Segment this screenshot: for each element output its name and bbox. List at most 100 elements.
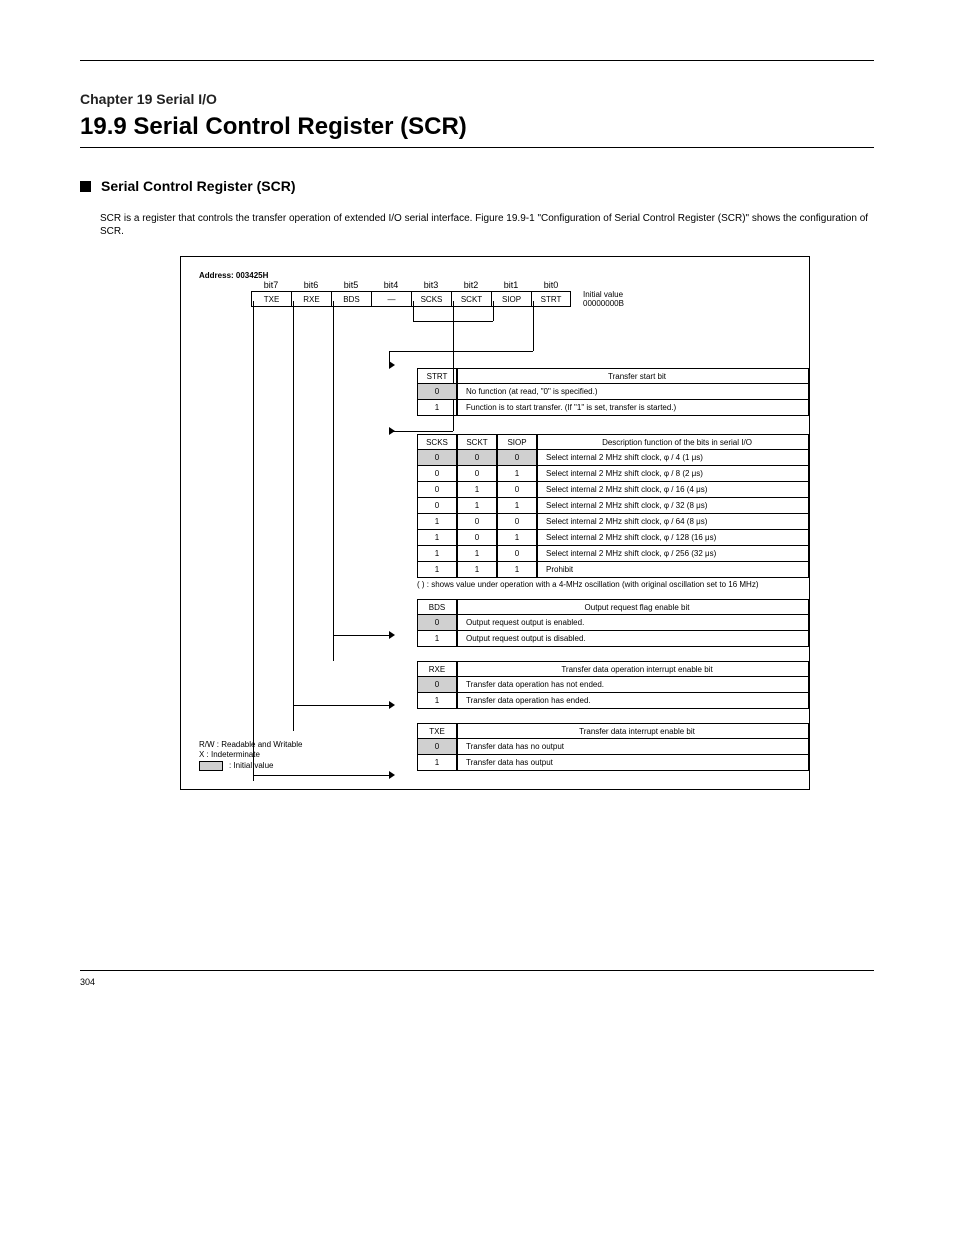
legend: R/W : Readable and Writable X : Indeterm…: [199, 740, 302, 771]
td: 0: [457, 466, 497, 482]
th: TXE: [417, 723, 457, 739]
td: 0: [457, 514, 497, 530]
td: Transfer data has output: [457, 755, 809, 771]
bit-label: bit6: [291, 280, 331, 290]
td: 1: [457, 562, 497, 578]
txe-table: TXE Transfer data interrupt enable bit 0…: [417, 723, 809, 771]
td: 1: [417, 400, 457, 416]
arrow-icon: [389, 631, 395, 639]
td: 0: [497, 514, 537, 530]
th: RXE: [417, 661, 457, 677]
td: 1: [417, 755, 457, 771]
section-title: Serial Control Register (SCR): [101, 178, 295, 194]
bit-name: STRT: [531, 291, 571, 307]
td: Select internal 2 MHz shift clock, φ / 3…: [537, 498, 809, 514]
td: 1: [457, 546, 497, 562]
bit-name: —: [371, 291, 411, 307]
td: Select internal 2 MHz shift clock, φ / 1…: [537, 530, 809, 546]
bit-label: bit7: [251, 280, 291, 290]
td: 1: [417, 546, 457, 562]
bit-label: bit2: [451, 280, 491, 290]
wire: [533, 301, 534, 351]
th: Description function of the bits in seri…: [537, 434, 809, 450]
td: Select internal 2 MHz shift clock, φ / 1…: [537, 482, 809, 498]
wire: [413, 301, 414, 321]
td: 0: [417, 450, 457, 466]
wire: [293, 301, 294, 731]
td: Select internal 2 MHz shift clock, φ / 6…: [537, 514, 809, 530]
th: Output request flag enable bit: [457, 599, 809, 615]
bit-label: bit0: [531, 280, 571, 290]
arrow-icon: [389, 361, 395, 369]
bit-name: BDS: [331, 291, 371, 307]
td: Output request output is disabled.: [457, 631, 809, 647]
wire: [493, 301, 494, 321]
bit-name: TXE: [251, 291, 291, 307]
td: Select internal 2 MHz shift clock, φ / 8…: [537, 466, 809, 482]
bit-name: SCKS: [411, 291, 451, 307]
bit-index-row: bit7 bit6 bit5 bit4 bit3 bit2 bit1 bit0: [251, 280, 791, 290]
td: Transfer data operation has ended.: [457, 693, 809, 709]
address-label: Address: 003425H: [199, 271, 251, 280]
td: 1: [497, 466, 537, 482]
wire: [453, 301, 454, 321]
footer: 304: [80, 970, 874, 987]
register-figure: Address: 003425H bit7 bit6 bit5 bit4 bit…: [180, 256, 810, 790]
td: 0: [417, 482, 457, 498]
page-number: 304: [80, 977, 95, 987]
wire: [253, 301, 254, 781]
td: 0: [417, 498, 457, 514]
bit-name: SIOP: [491, 291, 531, 307]
legend-initial: : Initial value: [229, 761, 273, 770]
td: 1: [417, 693, 457, 709]
td: 1: [497, 562, 537, 578]
strt-table: STRT Transfer start bit 0 No function (a…: [417, 368, 809, 416]
bit-label: bit5: [331, 280, 371, 290]
td: 0: [497, 546, 537, 562]
arrow-icon: [389, 427, 395, 435]
td: 0: [497, 450, 537, 466]
title-rule: [80, 147, 874, 148]
td: 1: [457, 482, 497, 498]
td: No function (at read, "0" is specified.): [457, 384, 809, 400]
initial-label: Initial value: [583, 290, 623, 299]
wire: [333, 635, 393, 636]
td: 0: [417, 677, 457, 693]
arrow-icon: [389, 701, 395, 709]
arrow-icon: [389, 771, 395, 779]
td: 1: [417, 514, 457, 530]
clock-table: SCKS SCKT SIOP Description function of t…: [417, 434, 809, 578]
th: STRT: [417, 368, 457, 384]
clock-note: ( ) : shows value under operation with a…: [417, 580, 809, 589]
wire: [333, 301, 334, 661]
th: Transfer data interrupt enable bit: [457, 723, 809, 739]
bit-name: RXE: [291, 291, 331, 307]
td: 1: [497, 498, 537, 514]
th: SCKT: [457, 434, 497, 450]
td: 0: [417, 739, 457, 755]
td: 1: [417, 631, 457, 647]
legend-line: X : Indeterminate: [199, 750, 302, 760]
td: Transfer data has no output: [457, 739, 809, 755]
section-bullet: [80, 181, 91, 192]
td: Transfer data operation has not ended.: [457, 677, 809, 693]
legend-swatch: [199, 761, 223, 771]
td: 0: [497, 482, 537, 498]
legend-line: R/W : Readable and Writable: [199, 740, 302, 750]
wire: [253, 775, 393, 776]
td: Prohibit: [537, 562, 809, 578]
th: SCKS: [417, 434, 457, 450]
td: 1: [417, 562, 457, 578]
td: 0: [417, 384, 457, 400]
bit-label: bit1: [491, 280, 531, 290]
bit-name: SCKT: [451, 291, 491, 307]
td: Select internal 2 MHz shift clock, φ / 4…: [537, 450, 809, 466]
wire: [293, 705, 393, 706]
td: Output request output is enabled.: [457, 615, 809, 631]
page-title: 19.9 Serial Control Register (SCR): [80, 113, 874, 141]
wire: [389, 431, 453, 432]
bit-label: bit3: [411, 280, 451, 290]
td: 0: [457, 530, 497, 546]
td: 1: [497, 530, 537, 546]
td: 0: [417, 466, 457, 482]
